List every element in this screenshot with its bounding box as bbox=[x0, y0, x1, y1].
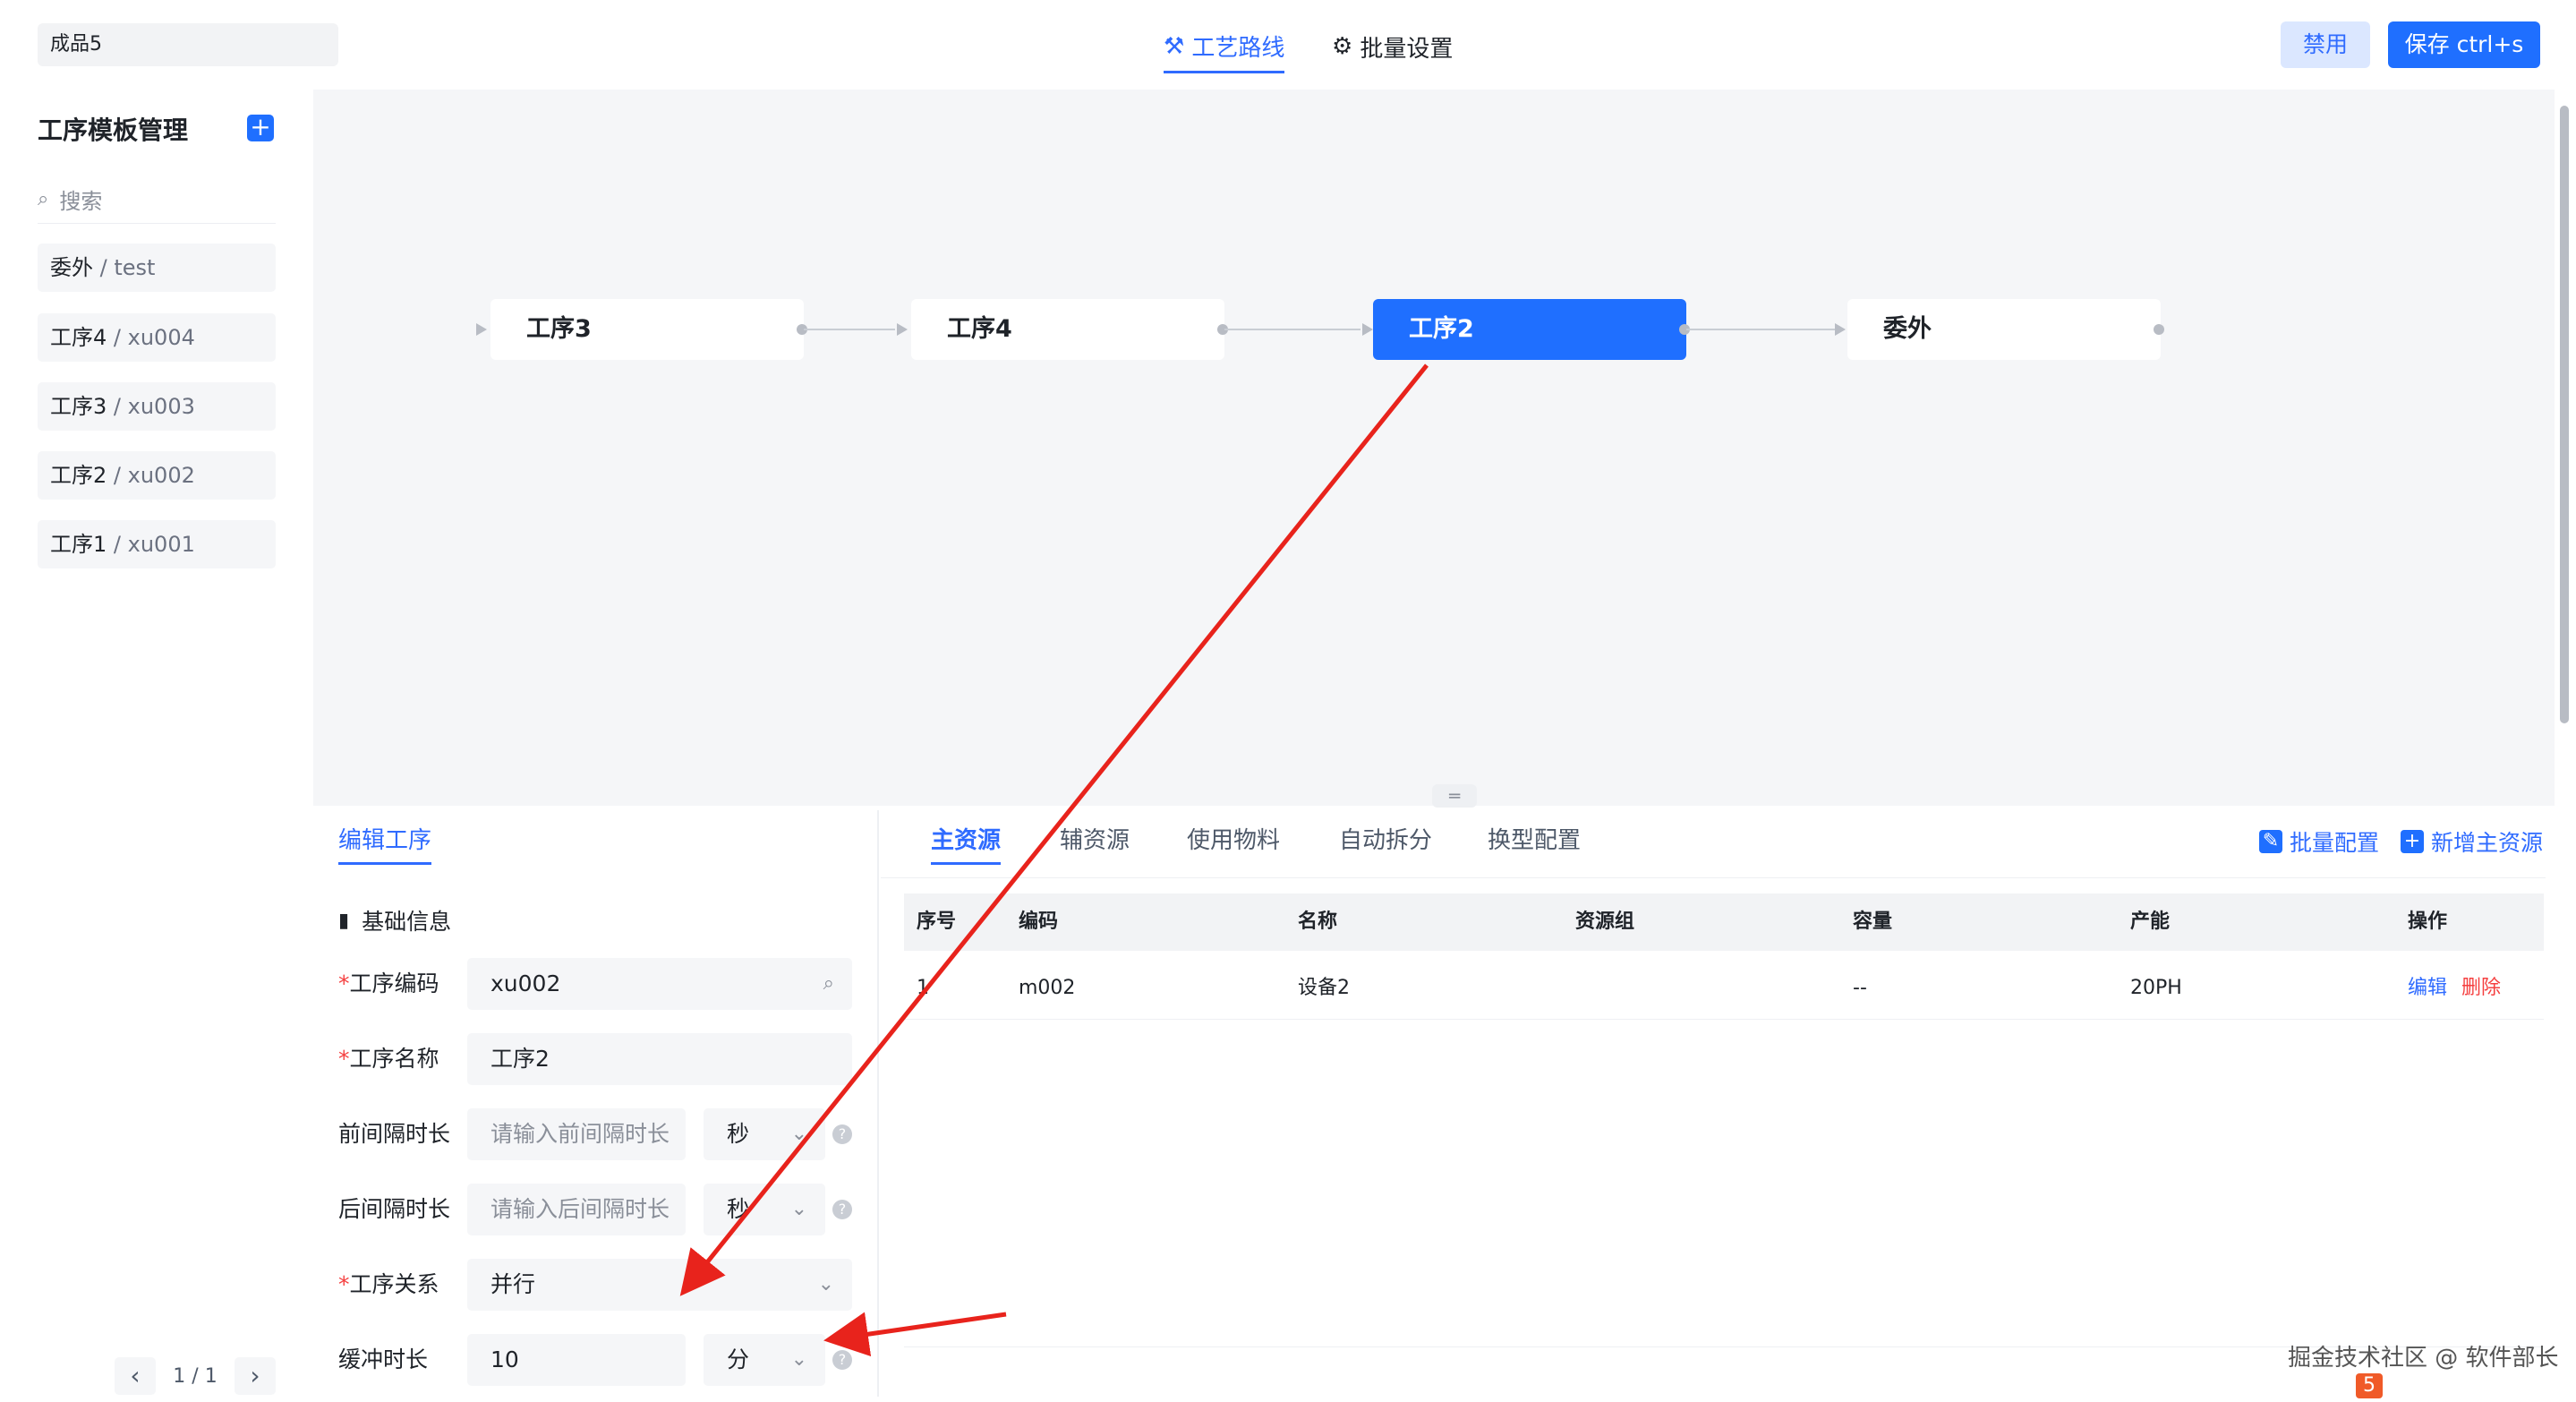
cell-capacity: -- bbox=[1853, 977, 1867, 999]
edit-icon: ✎ bbox=[2259, 830, 2282, 853]
product-name-field[interactable]: 成品5 bbox=[38, 23, 338, 66]
disable-button[interactable]: 禁用 bbox=[2281, 21, 2370, 68]
sidebar-item-weiwai[interactable]: 委外 / test bbox=[38, 244, 276, 292]
section-title: 基础信息 bbox=[362, 909, 452, 935]
process-name-input[interactable]: 工序2 bbox=[467, 1033, 852, 1085]
tab-changeover[interactable]: 换型配置 bbox=[1488, 822, 1581, 855]
flow-edge bbox=[1686, 329, 1842, 330]
flow-edge-arrow bbox=[1362, 323, 1373, 336]
sidebar-title: 工序模板管理 bbox=[38, 115, 189, 145]
sidebar-search-input[interactable]: ⌕ 搜索 bbox=[38, 175, 276, 224]
relation-label: *工序关系 bbox=[338, 1271, 439, 1297]
tab-process-route[interactable]: ⚒ 工艺路线 bbox=[1164, 29, 1285, 73]
annotation-arrow-buffer bbox=[823, 1312, 1007, 1357]
buffer-label: 缓冲时长 bbox=[338, 1346, 429, 1372]
col-index: 序号 bbox=[917, 910, 957, 933]
cell-code: m002 bbox=[1019, 977, 1076, 999]
search-icon[interactable]: ⌕ bbox=[823, 958, 834, 1010]
flow-edge-arrow bbox=[897, 323, 908, 336]
row-edit-link[interactable]: 编辑 bbox=[2408, 962, 2447, 1015]
canvas-scrollbar[interactable] bbox=[2560, 106, 2569, 723]
post-interval-unit-select[interactable]: 秒 ⌄ bbox=[704, 1184, 825, 1235]
sidebar-item-xu004[interactable]: 工序4 / xu004 bbox=[38, 313, 276, 362]
flow-edge bbox=[1224, 329, 1361, 330]
bookmark-icon: ▮ bbox=[338, 909, 350, 932]
table-header bbox=[904, 893, 2544, 951]
col-code: 编码 bbox=[1019, 910, 1059, 933]
add-main-resource-button[interactable]: + 新增主资源 bbox=[2401, 825, 2543, 858]
batch-config-button[interactable]: ✎ 批量配置 bbox=[2259, 825, 2379, 858]
col-actions: 操作 bbox=[2408, 910, 2448, 933]
code-label: *工序编码 bbox=[338, 970, 439, 996]
help-icon[interactable]: ? bbox=[832, 1350, 852, 1370]
row-delete-link[interactable]: 删除 bbox=[2461, 962, 2501, 1015]
chevron-down-icon: ⌄ bbox=[790, 1348, 807, 1371]
tab-divider bbox=[881, 877, 2546, 878]
node-out-port[interactable] bbox=[2154, 324, 2164, 335]
search-placeholder: 搜索 bbox=[59, 189, 103, 214]
tab-main-resource[interactable]: 主资源 bbox=[931, 822, 1002, 865]
pre-interval-unit-select[interactable]: 秒 ⌄ bbox=[704, 1108, 825, 1160]
buffer-unit-select[interactable]: 分 ⌄ bbox=[704, 1334, 825, 1386]
chevron-down-icon: ⌄ bbox=[790, 1198, 807, 1220]
watermark-text: 掘金技术社区 @ 软件部长 bbox=[2288, 1345, 2559, 1372]
cell-index: 1 bbox=[917, 977, 929, 999]
buffer-duration-input[interactable]: 10 bbox=[467, 1334, 686, 1386]
panel-resize-handle[interactable]: ═ bbox=[1432, 784, 1477, 808]
flow-node-xu4[interactable]: 工序4 bbox=[911, 299, 1224, 360]
tab-batch-settings-label: 批量设置 bbox=[1360, 35, 1454, 63]
tab-process-route-label: 工艺路线 bbox=[1191, 35, 1285, 62]
tab-auto-split[interactable]: 自动拆分 bbox=[1339, 822, 1432, 855]
help-icon[interactable]: ? bbox=[832, 1200, 852, 1219]
process-relation-select[interactable]: 并行 ⌄ bbox=[467, 1259, 852, 1311]
save-button[interactable]: 保存 ctrl+s bbox=[2388, 21, 2540, 68]
flow-node-weiwai[interactable]: 委外 bbox=[1847, 299, 2161, 360]
page-indicator: 1 / 1 bbox=[173, 1364, 218, 1388]
route-icon: ⚒ bbox=[1164, 32, 1185, 60]
plus-icon: + bbox=[2401, 830, 2424, 853]
flow-edge-arrow bbox=[1835, 323, 1846, 336]
flow-node-xu3[interactable]: 工序3 bbox=[490, 299, 804, 360]
post-interval-input[interactable]: 请输入后间隔时长 bbox=[467, 1184, 686, 1235]
col-name: 名称 bbox=[1298, 910, 1338, 933]
name-label: *工序名称 bbox=[338, 1046, 439, 1072]
flow-start-arrow bbox=[476, 323, 487, 336]
flow-canvas[interactable] bbox=[313, 90, 2555, 806]
tab-aux-resource[interactable]: 辅资源 bbox=[1060, 822, 1130, 855]
cell-throughput: 20PH bbox=[2130, 977, 2182, 999]
add-template-button[interactable]: + bbox=[247, 115, 274, 141]
tab-batch-settings[interactable]: ⚙ 批量设置 bbox=[1332, 29, 1453, 64]
col-capacity: 容量 bbox=[1853, 910, 1893, 933]
flow-edge bbox=[804, 329, 895, 330]
sidebar-item-xu002[interactable]: 工序2 / xu002 bbox=[38, 451, 276, 500]
process-code-input[interactable]: xu002 ⌕ bbox=[467, 958, 852, 1010]
chevron-down-icon: ⌄ bbox=[817, 1273, 834, 1295]
cell-name: 设备2 bbox=[1298, 977, 1350, 999]
pre-interval-label: 前间隔时长 bbox=[338, 1121, 451, 1147]
tab-materials[interactable]: 使用物料 bbox=[1187, 822, 1280, 855]
sidebar-item-xu001[interactable]: 工序1 / xu001 bbox=[38, 520, 276, 568]
pre-interval-input[interactable]: 请输入前间隔时长 bbox=[467, 1108, 686, 1160]
post-interval-label: 后间隔时长 bbox=[338, 1196, 451, 1222]
gear-icon: ⚙ bbox=[1332, 33, 1353, 60]
html5-icon: 5 bbox=[2356, 1373, 2383, 1398]
sidebar-pager: ‹ 1 / 1 › bbox=[115, 1357, 276, 1395]
help-icon[interactable]: ? bbox=[832, 1124, 852, 1144]
prev-page-button[interactable]: ‹ bbox=[115, 1357, 156, 1395]
tab-edit-process[interactable]: 编辑工序 bbox=[338, 822, 432, 865]
chevron-down-icon: ⌄ bbox=[790, 1123, 807, 1145]
section-basic-info: ▮ 基础信息 bbox=[338, 904, 451, 936]
flow-node-xu2-selected[interactable]: 工序2 bbox=[1373, 299, 1686, 360]
next-page-button[interactable]: › bbox=[235, 1357, 276, 1395]
sidebar-item-xu003[interactable]: 工序3 / xu003 bbox=[38, 382, 276, 431]
col-group: 资源组 bbox=[1575, 910, 1635, 933]
panel-divider bbox=[877, 810, 879, 1397]
table-row-divider bbox=[904, 1019, 2544, 1020]
col-throughput: 产能 bbox=[2130, 910, 2171, 933]
search-icon: ⌕ bbox=[38, 188, 49, 210]
